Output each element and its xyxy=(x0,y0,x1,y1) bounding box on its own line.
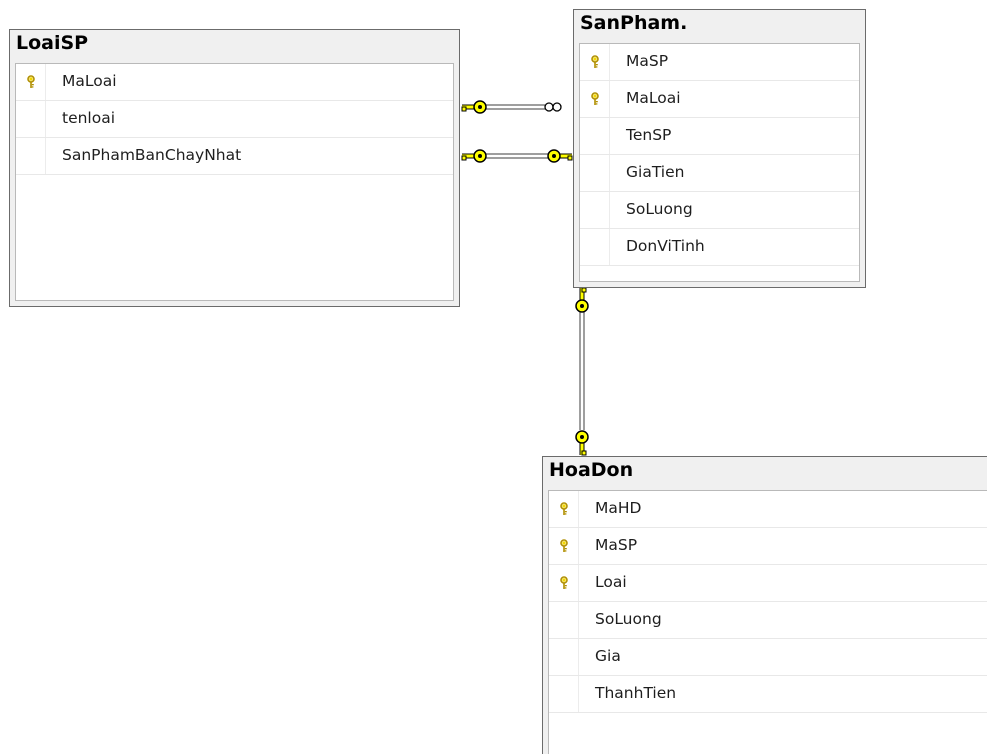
column-row[interactable]: MaSP xyxy=(549,528,987,565)
key-cell xyxy=(580,192,610,228)
column-name: MaHD xyxy=(595,499,642,517)
table-title: LoaiSP xyxy=(16,32,89,54)
column-row[interactable]: MaHD xyxy=(549,491,987,528)
key-cell xyxy=(549,639,579,675)
table-loaisp[interactable]: LoaiSP MaLoai tenloai SanPhamBanChayNhat xyxy=(9,29,460,307)
column-row[interactable]: GiaTien xyxy=(580,155,859,192)
relationship-key-icon xyxy=(461,149,487,163)
key-cell xyxy=(580,118,610,154)
column-name: ThanhTien xyxy=(595,684,677,702)
key-cell xyxy=(16,101,46,137)
relationship-line xyxy=(579,312,585,430)
column-name: SoLuong xyxy=(595,610,662,628)
relationship-line xyxy=(480,104,545,110)
table-sanpham[interactable]: SanPham. MaSP MaLoai TenSP GiaTien SoLuo… xyxy=(573,9,866,288)
column-row[interactable]: TenSP xyxy=(580,118,859,155)
column-name: MaLoai xyxy=(626,89,681,107)
key-cell xyxy=(549,676,579,712)
column-name: Gia xyxy=(595,647,621,665)
key-icon xyxy=(560,502,568,515)
column-row[interactable]: SoLuong xyxy=(580,192,859,229)
column-row[interactable]: ThanhTien xyxy=(549,676,987,713)
column-name: GiaTien xyxy=(626,163,685,181)
column-list: MaSP MaLoai TenSP GiaTien SoLuong DonViT… xyxy=(579,43,860,282)
column-list: MaLoai tenloai SanPhamBanChayNhat xyxy=(15,63,454,301)
column-row[interactable]: tenloai xyxy=(16,101,453,138)
table-hoadon[interactable]: HoaDon MaHD MaSP Loai SoLuong Gia ThanhT… xyxy=(542,456,987,754)
column-name: TenSP xyxy=(626,126,672,144)
column-row[interactable]: SoLuong xyxy=(549,602,987,639)
column-name: MaSP xyxy=(626,52,669,70)
column-name: tenloai xyxy=(62,109,116,127)
key-cell xyxy=(16,64,46,100)
relationship-line xyxy=(480,153,552,159)
column-name: SoLuong xyxy=(626,200,693,218)
column-row[interactable]: MaSP xyxy=(580,44,859,81)
column-row[interactable]: Loai xyxy=(549,565,987,602)
key-cell xyxy=(580,44,610,80)
key-icon xyxy=(560,539,568,552)
key-cell xyxy=(580,81,610,117)
relationship-key-icon xyxy=(461,100,487,114)
column-row[interactable]: SanPhamBanChayNhat xyxy=(16,138,453,175)
column-row[interactable]: MaLoai xyxy=(580,81,859,118)
key-cell xyxy=(16,138,46,174)
column-name: MaSP xyxy=(595,536,638,554)
column-row[interactable]: Gia xyxy=(549,639,987,676)
column-name: MaLoai xyxy=(62,72,117,90)
key-icon xyxy=(560,576,568,589)
key-icon xyxy=(591,55,599,68)
column-name: SanPhamBanChayNhat xyxy=(62,146,242,164)
column-row[interactable]: MaLoai xyxy=(16,64,453,101)
table-title: SanPham. xyxy=(580,12,688,34)
key-icon xyxy=(591,92,599,105)
relationship-key-icon xyxy=(547,149,573,163)
infinity-icon xyxy=(544,102,562,112)
key-cell xyxy=(549,565,579,601)
relationship-key-icon xyxy=(575,430,589,456)
key-cell xyxy=(580,155,610,191)
column-name: Loai xyxy=(595,573,627,591)
relationship-key-icon xyxy=(575,287,589,313)
key-cell xyxy=(580,229,610,265)
column-name: DonViTinh xyxy=(626,237,705,255)
column-list: MaHD MaSP Loai SoLuong Gia ThanhTien xyxy=(548,490,987,754)
key-cell xyxy=(549,491,579,527)
table-title: HoaDon xyxy=(549,459,634,481)
column-row[interactable]: DonViTinh xyxy=(580,229,859,266)
key-cell xyxy=(549,528,579,564)
key-icon xyxy=(27,75,35,88)
key-cell xyxy=(549,602,579,638)
